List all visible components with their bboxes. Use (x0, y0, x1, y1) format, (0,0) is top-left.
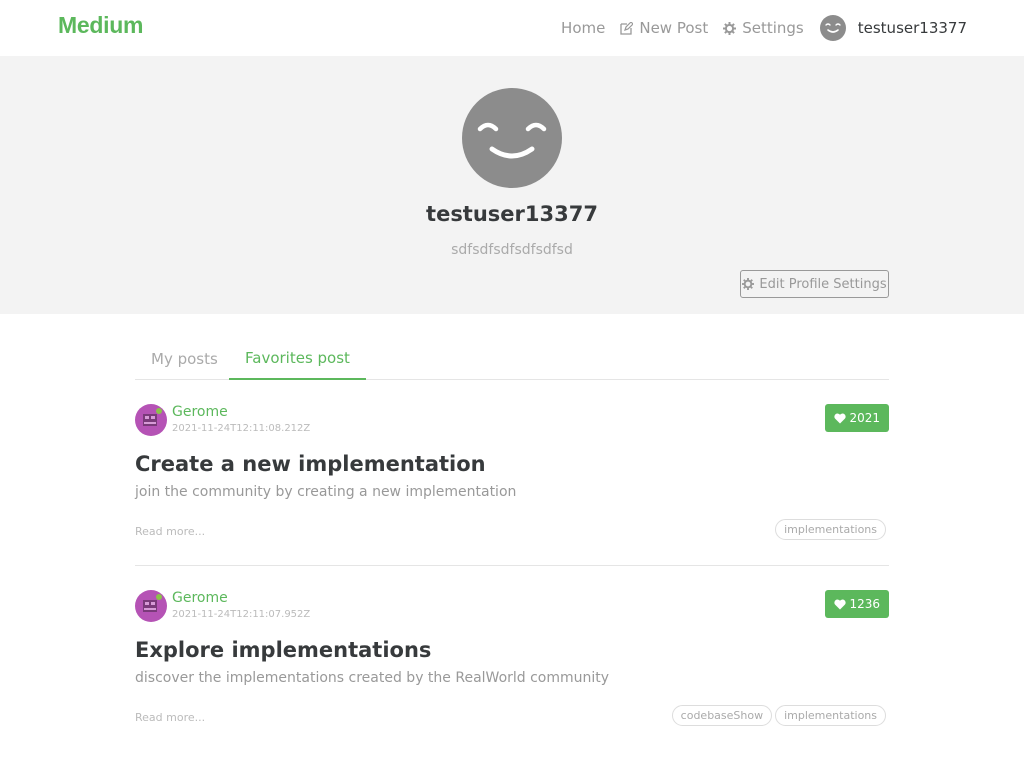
nav-home-label: Home (561, 19, 606, 37)
article-preview: Gerome 2021-11-24T12:11:07.952Z 1236 Exp… (135, 590, 889, 730)
feed-tabs: My posts Favorites post (135, 338, 889, 380)
favorite-button[interactable]: 2021 (825, 404, 889, 432)
article-divider (135, 565, 889, 566)
nav-profile-link[interactable]: testuser13377 (819, 15, 967, 41)
article-date: 2021-11-24T12:11:07.952Z (172, 609, 311, 620)
tab-my-posts[interactable]: My posts (135, 338, 234, 380)
profile-avatar (462, 88, 562, 188)
author-name[interactable]: Gerome (172, 404, 228, 420)
nav-settings-link[interactable]: Settings (723, 14, 804, 42)
nav-links: Home New Post Settings testuser13377 (546, 14, 967, 42)
gear-icon (723, 21, 737, 35)
compose-icon (620, 21, 634, 35)
nav-home-link[interactable]: Home (561, 14, 605, 42)
edit-profile-settings-button[interactable]: Edit Profile Settings (740, 270, 889, 298)
article-title[interactable]: Explore implementations (135, 638, 431, 662)
nav-new-post-label: New Post (639, 19, 709, 37)
read-more-link[interactable]: Read more... (135, 711, 205, 724)
tag-pill[interactable]: implementations (775, 519, 886, 540)
brand-logo[interactable]: Medium (58, 12, 143, 39)
author-avatar[interactable] (135, 590, 167, 622)
profile-bio: sdfsdfsdfsdfsdfsd (451, 242, 573, 258)
tag-list: implementations (772, 519, 886, 540)
article-date: 2021-11-24T12:11:08.212Z (172, 423, 311, 434)
author-avatar[interactable] (135, 404, 167, 436)
heart-icon (834, 599, 847, 610)
favorite-count: 1236 (849, 597, 880, 611)
author-name[interactable]: Gerome (172, 590, 228, 606)
favorite-button[interactable]: 1236 (825, 590, 889, 618)
gear-icon (742, 278, 755, 290)
article-description: discover the implementations created by … (135, 670, 610, 686)
nav-settings-label: Settings (742, 19, 804, 37)
edit-profile-label: Edit Profile Settings (759, 276, 887, 292)
tab-favorites-post[interactable]: Favorites post (229, 338, 366, 380)
article-preview: Gerome 2021-11-24T12:11:08.212Z 2021 Cre… (135, 404, 889, 544)
article-title[interactable]: Create a new implementation (135, 452, 486, 476)
tag-pill[interactable]: codebaseShow (671, 705, 773, 726)
top-navbar: Medium Home New Post Settings testuser13… (0, 0, 1024, 56)
profile-banner: testuser13377 sdfsdfsdfsdfsdfsd Edit Pro… (0, 56, 1024, 314)
tag-list: codebaseShow implementations (669, 705, 886, 726)
read-more-link[interactable]: Read more... (135, 525, 205, 538)
favorite-count: 2021 (849, 411, 880, 425)
nav-avatar (819, 15, 846, 41)
heart-icon (834, 413, 847, 424)
article-description: join the community by creating a new imp… (135, 484, 517, 500)
nav-new-post-link[interactable]: New Post (620, 14, 708, 42)
nav-username: testuser13377 (857, 19, 967, 37)
tag-pill[interactable]: implementations (775, 705, 886, 726)
profile-username: testuser13377 (426, 202, 598, 226)
